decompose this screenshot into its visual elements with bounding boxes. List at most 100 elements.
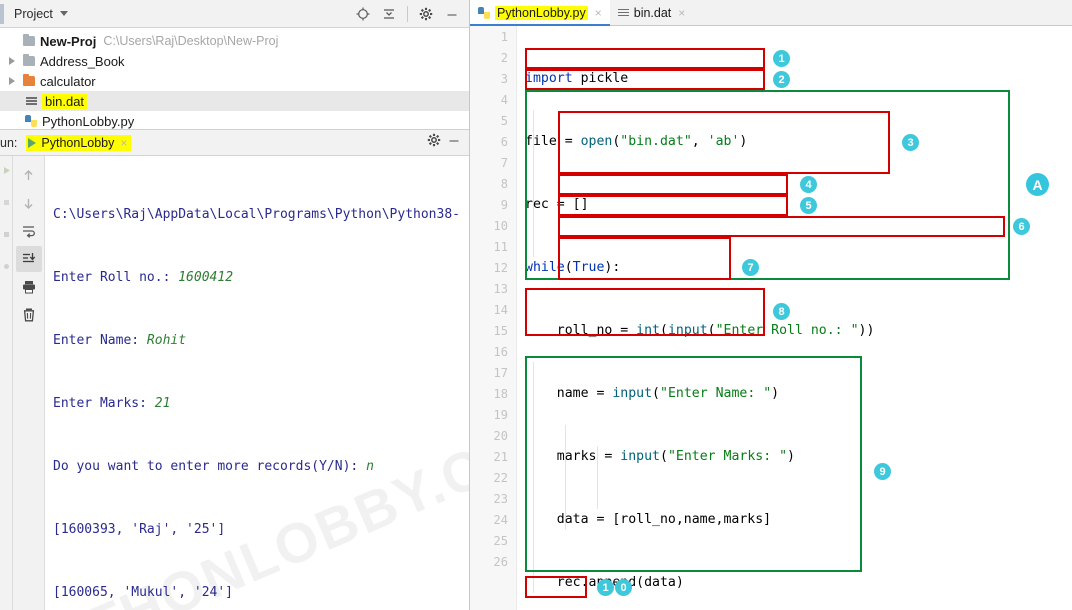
code-content[interactable]: import pickle file = open("bin.dat", 'ab… [525, 26, 1072, 610]
line-number-gutter: 1 2 3 4 5 6 7 8 9 10 11 12 13 14 15 16 1… [470, 26, 517, 610]
tree-item-calculator[interactable]: calculator [0, 71, 469, 91]
console-toolbar [13, 156, 45, 610]
code-editor[interactable]: 1 2 3 4 5 6 7 8 9 10 11 12 13 14 15 16 1… [470, 26, 1072, 610]
close-icon[interactable]: × [595, 6, 602, 20]
code-line: data = [roll_no,name,marks] [525, 512, 772, 527]
resume-icon[interactable] [2, 226, 11, 244]
tree-item-pythonlobby-py[interactable]: PythonLobby.py [0, 111, 469, 129]
line-number: 24 [493, 513, 508, 527]
run-configuration-tab[interactable]: PythonLobby × [26, 134, 132, 151]
project-file-tree[interactable]: New-Proj C:\Users\Raj\Desktop\New-Proj A… [0, 28, 469, 130]
editor-tab-bar: PythonLobby.py × bin.dat × [470, 0, 1072, 26]
line-number: 25 [493, 534, 508, 548]
chevron-down-icon[interactable] [59, 11, 68, 16]
code-line: while(True): [525, 260, 621, 275]
line-number: 22 [493, 471, 508, 485]
line-number: 23 [493, 492, 508, 506]
folder-orange-icon [20, 73, 38, 86]
toolbar-divider [407, 5, 408, 22]
code-line: import pickle [525, 71, 629, 86]
annotation-badge-7: 7 [742, 259, 759, 276]
project-tool-header: Project [0, 0, 469, 28]
line-number: 2 [500, 51, 508, 65]
code-line: name = input("Enter Name: ") [525, 386, 780, 401]
line-number: 4 [500, 93, 508, 107]
line-number: 15 [493, 324, 508, 338]
console-line: C:\Users\Raj\AppData\Local\Programs\Pyth… [53, 207, 460, 222]
trash-icon[interactable] [16, 302, 42, 328]
console-output[interactable]: C:\Users\Raj\AppData\Local\Programs\Pyth… [45, 156, 469, 610]
console-line: Enter Name: Rohit [53, 333, 187, 348]
tree-item-address-book[interactable]: Address_Book [0, 51, 469, 71]
tab-pythonlobby-py[interactable]: PythonLobby.py × [470, 0, 610, 26]
tree-item-label: New-Proj [40, 33, 97, 49]
close-icon[interactable]: × [678, 6, 685, 20]
run-header-icons [427, 133, 469, 152]
console-line: [1600393, 'Raj', '25'] [53, 522, 226, 537]
run-console: C:\Users\Raj\AppData\Local\Programs\Pyth… [0, 156, 469, 610]
print-icon[interactable] [16, 274, 42, 300]
tree-item-bin-dat[interactable]: bin.dat [0, 91, 469, 111]
line-number: 11 [493, 240, 508, 254]
tree-item-new-proj[interactable]: New-Proj C:\Users\Raj\Desktop\New-Proj [0, 31, 469, 51]
annotation-badge-8: 8 [773, 303, 790, 320]
tab-bin-dat[interactable]: bin.dat × [610, 0, 694, 25]
arrow-down-icon[interactable] [16, 190, 42, 216]
scroll-to-end-icon[interactable] [15, 246, 42, 272]
dat-file-icon [22, 96, 40, 107]
minimize-icon[interactable] [447, 133, 461, 152]
project-panel-title[interactable]: Project [14, 7, 53, 21]
rerun-icon[interactable] [2, 162, 11, 180]
tree-expand-arrow[interactable] [4, 77, 20, 85]
soft-wrap-icon[interactable] [16, 218, 42, 244]
console-line: Enter Roll no.: 1600412 [53, 270, 234, 285]
run-play-icon [28, 137, 37, 148]
line-number: 1 [500, 30, 508, 44]
annotation-badge-2: 2 [773, 71, 790, 88]
console-line: Do you want to enter more records(Y/N): … [53, 459, 374, 474]
tree-item-label: PythonLobby.py [42, 113, 135, 129]
close-icon[interactable]: × [120, 136, 127, 150]
line-number: 12 [493, 261, 508, 275]
annotation-badge-9: 9 [874, 463, 891, 480]
line-number: 6 [500, 135, 508, 149]
line-number: 5 [500, 114, 508, 128]
line-number: 7 [500, 156, 508, 170]
left-panel: Project New-Proj C:\Users\Raj\Desktop\Ne… [0, 0, 470, 610]
arrow-up-icon[interactable] [16, 162, 42, 188]
tab-label: PythonLobby.py [495, 5, 588, 20]
line-number: 17 [493, 366, 508, 380]
code-line: rec = [] [525, 197, 589, 212]
annotation-badge-1: 1 [773, 50, 790, 67]
run-tab-label: PythonLobby [41, 135, 115, 150]
tree-expand-arrow[interactable] [4, 57, 20, 65]
settings-gear-icon[interactable] [415, 3, 437, 25]
settings-gear-icon[interactable] [427, 133, 441, 152]
line-number: 3 [500, 72, 508, 86]
annotation-badge-4: 4 [800, 176, 817, 193]
console-left-strip [0, 156, 13, 610]
python-file-icon [22, 115, 40, 127]
dat-file-icon [617, 7, 629, 18]
annotation-badge-6: 6 [1013, 218, 1030, 235]
tab-label: bin.dat [633, 5, 672, 20]
line-number: 19 [493, 408, 508, 422]
python-file-icon [478, 6, 490, 19]
locate-target-icon[interactable] [352, 3, 374, 25]
annotation-badge-3: 3 [902, 134, 919, 151]
collapse-all-icon[interactable] [378, 3, 400, 25]
annotation-badge-10-first: 1 [597, 579, 614, 596]
console-line: Enter Marks: 21 [53, 396, 171, 411]
line-number: 21 [493, 450, 508, 464]
stop-icon[interactable] [2, 194, 11, 212]
project-root-path: C:\Users\Raj\Desktop\New-Proj [103, 34, 279, 48]
run-panel-label: Run: [0, 135, 18, 150]
project-header-icons [352, 3, 469, 25]
line-number: 9 [500, 198, 508, 212]
minimize-icon[interactable] [441, 3, 463, 25]
console-line: [160065, 'Mukul', '24'] [53, 585, 234, 600]
pin-icon[interactable] [2, 258, 11, 276]
folder-icon [20, 33, 38, 46]
code-line: marks = input("Enter Marks: ") [525, 449, 795, 464]
line-number: 13 [493, 282, 508, 296]
